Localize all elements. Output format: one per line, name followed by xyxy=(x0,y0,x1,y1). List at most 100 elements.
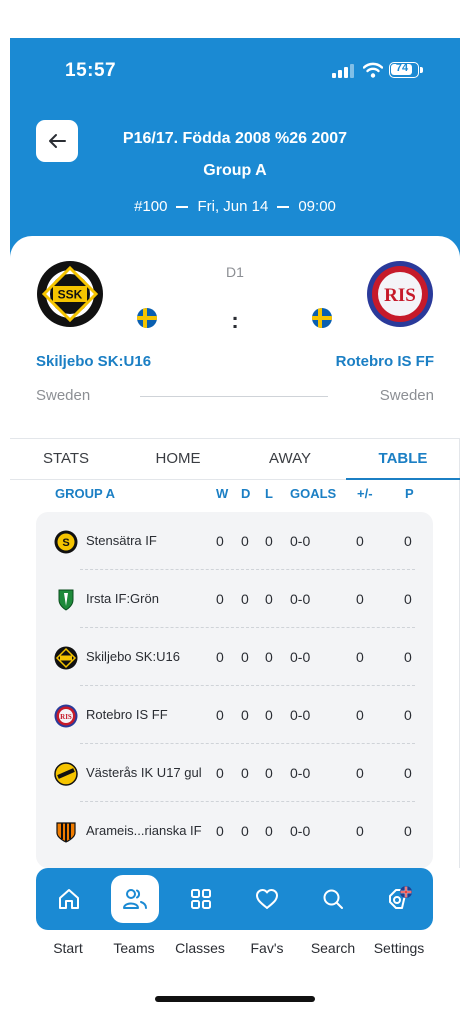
match-time: 09:00 xyxy=(298,198,336,215)
draws: 0 xyxy=(241,533,249,549)
match-card: SSK RIS D1 : Skiljebo SK:U16 Rotebro IS … xyxy=(10,236,460,438)
grid-icon xyxy=(191,889,211,909)
nav-settings-label[interactable]: Settings xyxy=(364,940,434,956)
draws: 0 xyxy=(241,765,249,781)
nav-search[interactable] xyxy=(309,875,357,923)
losses: 0 xyxy=(265,533,273,549)
nav-settings[interactable] xyxy=(375,875,423,923)
table-row[interactable]: Arameis...rianska IF 0 0 0 0-0 0 0 xyxy=(36,802,433,860)
nav-search-label[interactable]: Search xyxy=(298,940,368,956)
search-icon xyxy=(323,889,343,909)
status-time: 15:57 xyxy=(65,60,117,81)
arameiska-logo-icon xyxy=(56,822,76,843)
wifi-icon xyxy=(363,62,383,78)
col-points: P xyxy=(405,486,414,501)
group-title: Group A xyxy=(203,162,267,179)
points: 0 xyxy=(404,533,412,549)
points: 0 xyxy=(404,765,412,781)
wins: 0 xyxy=(216,591,224,607)
col-l: L xyxy=(265,486,273,501)
tab-away[interactable]: AWAY xyxy=(234,439,346,480)
goals: 0-0 xyxy=(290,823,311,839)
match-tabs: STATS HOME AWAY TABLE xyxy=(10,438,460,480)
team-name: Västerås IK U17 gul xyxy=(86,765,202,780)
goal-diff: 0 xyxy=(356,649,364,665)
team-name: Rotebro IS FF xyxy=(86,707,168,722)
goals: 0-0 xyxy=(290,649,311,665)
goal-diff: 0 xyxy=(356,591,364,607)
nav-start-label[interactable]: Start xyxy=(33,940,103,956)
goals: 0-0 xyxy=(290,591,311,607)
nav-classes[interactable] xyxy=(177,875,225,923)
tab-table[interactable]: TABLE xyxy=(346,439,460,480)
divider xyxy=(140,396,328,397)
svg-text:SSK: SSK xyxy=(58,288,83,302)
status-bar: 15:57 74 xyxy=(10,60,460,84)
col-group: GROUP A xyxy=(55,486,115,501)
score-separator: : xyxy=(231,308,239,333)
match-meta: #100 Fri, Jun 14 09:00 xyxy=(10,198,460,215)
losses: 0 xyxy=(265,765,273,781)
draws: 0 xyxy=(241,823,249,839)
goal-diff: 0 xyxy=(356,707,364,723)
home-team-country: Sweden xyxy=(36,387,91,404)
vasteras-logo-icon xyxy=(54,762,78,786)
points: 0 xyxy=(404,823,412,839)
team-name: Skiljebo SK:U16 xyxy=(86,649,180,664)
nav-favs[interactable] xyxy=(243,875,291,923)
losses: 0 xyxy=(265,591,273,607)
team-name: Stensätra IF xyxy=(86,533,157,548)
col-diff: +/- xyxy=(357,486,373,501)
svg-text:S: S xyxy=(62,537,69,549)
table-row[interactable]: S Stensätra IF 0 0 0 0-0 0 0 xyxy=(36,512,433,570)
tab-stats[interactable]: STATS xyxy=(10,439,122,480)
nav-classes-label[interactable]: Classes xyxy=(165,940,235,956)
table-row[interactable]: Skiljebo SK:U16 0 0 0 0-0 0 0 xyxy=(36,628,433,686)
col-w: W xyxy=(216,486,229,501)
nav-start[interactable] xyxy=(45,875,93,923)
heart-icon xyxy=(256,889,278,909)
losses: 0 xyxy=(265,649,273,665)
table-row[interactable]: RIS Rotebro IS FF 0 0 0 0-0 0 0 xyxy=(36,686,433,744)
nav-teams[interactable] xyxy=(111,875,159,923)
draws: 0 xyxy=(241,649,249,665)
match-header: 15:57 74 P16/17. Födda 2008 %26 2007 Gro… xyxy=(10,38,460,268)
wins: 0 xyxy=(216,765,224,781)
home-indicator[interactable] xyxy=(155,996,315,1002)
wins: 0 xyxy=(216,823,224,839)
team-name: Irsta IF:Grön xyxy=(86,591,159,606)
uk-flag-icon xyxy=(400,886,412,898)
nav-favs-label[interactable]: Fav's xyxy=(232,940,302,956)
svg-text:RIS: RIS xyxy=(384,285,416,306)
app-frame: 15:57 74 P16/17. Födda 2008 %26 2007 Gro… xyxy=(10,38,460,868)
home-team-name[interactable]: Skiljebo SK:U16 xyxy=(36,353,151,370)
stensatra-logo-icon: S xyxy=(54,530,78,554)
skiljebo-logo-icon xyxy=(54,646,78,670)
settings-icon xyxy=(389,886,412,909)
rotebro-logo-icon: RIS xyxy=(54,704,78,728)
goals: 0-0 xyxy=(290,533,311,549)
standings-table: S Stensätra IF 0 0 0 0-0 0 0 Irsta IF:Gr… xyxy=(36,512,433,868)
svg-text:RIS: RIS xyxy=(60,713,72,721)
goal-diff: 0 xyxy=(356,823,364,839)
tab-home[interactable]: HOME xyxy=(122,439,234,480)
nav-teams-label[interactable]: Teams xyxy=(99,940,169,956)
goal-diff: 0 xyxy=(356,533,364,549)
table-row[interactable]: Västerås IK U17 gul 0 0 0 0-0 0 0 xyxy=(36,744,433,802)
back-button[interactable] xyxy=(36,120,78,162)
battery-icon: 74 xyxy=(389,62,423,78)
draws: 0 xyxy=(241,707,249,723)
table-row[interactable]: Irsta IF:Grön 0 0 0 0-0 0 0 xyxy=(36,570,433,628)
wins: 0 xyxy=(216,533,224,549)
match-number: #100 xyxy=(134,198,168,215)
goal-diff: 0 xyxy=(356,765,364,781)
col-goals: GOALS xyxy=(290,486,337,501)
away-team-country: Sweden xyxy=(379,387,434,404)
losses: 0 xyxy=(265,707,273,723)
team-name: Arameis...rianska IF xyxy=(86,823,202,838)
teams-icon xyxy=(123,889,147,909)
class-title: P16/17. Födda 2008 %26 2007 xyxy=(122,130,348,147)
points: 0 xyxy=(404,591,412,607)
irsta-logo-icon xyxy=(58,589,74,611)
away-team-name[interactable]: Rotebro IS FF xyxy=(336,353,434,370)
